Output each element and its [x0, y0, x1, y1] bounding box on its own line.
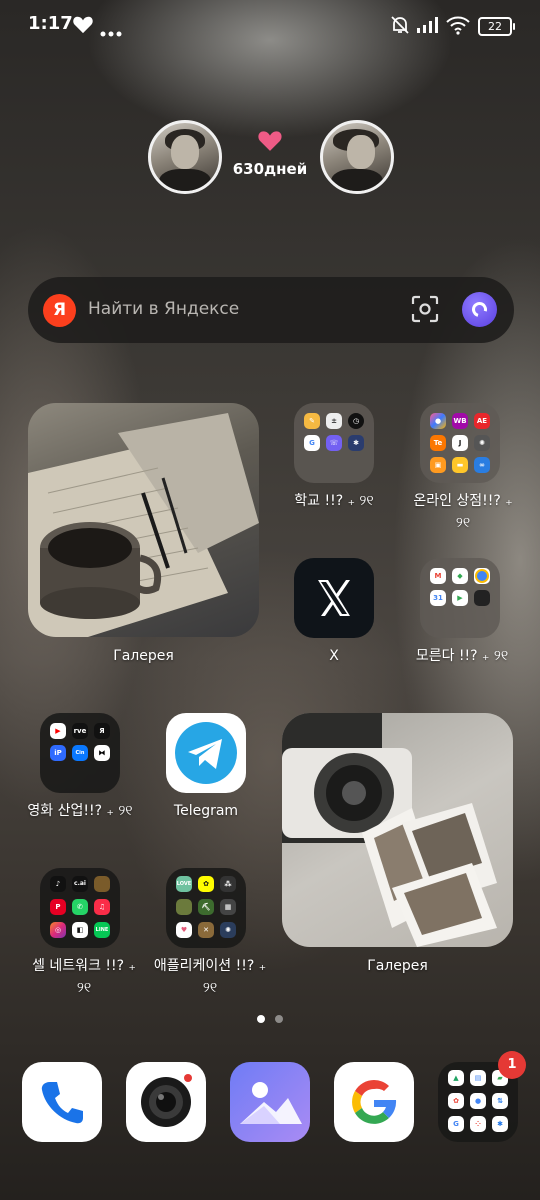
folder-online-shop-label: 온라인 상점!!? ₊ ୨୧ [413, 493, 513, 531]
gallery-photo-camera [282, 713, 497, 947]
yandex-logo-icon: Я [43, 294, 76, 327]
wifi-icon [446, 15, 470, 39]
avatar-left[interactable] [148, 120, 222, 194]
phone-app-icon[interactable] [22, 1062, 102, 1142]
signal-icon [416, 16, 440, 38]
page-dot[interactable] [275, 1015, 283, 1023]
silent-bell-icon [390, 15, 410, 39]
notification-badge: 1 [498, 1051, 526, 1079]
clock-time: 1:17 [28, 13, 73, 34]
folder-online-shop[interactable]: ● WB AE Te J ✺ ▣ ▬ ∞ [420, 403, 500, 483]
gallery-app-icon[interactable] [230, 1062, 310, 1142]
heart-icon [257, 128, 283, 156]
google-app-icon[interactable] [334, 1062, 414, 1142]
more-dots-icon [100, 22, 122, 41]
folder-social[interactable]: ♪ c.ai P ✆ ♫ ◎ ◧ LINE [40, 868, 120, 948]
status-bar: 1:17 22 [0, 0, 540, 52]
camera-app-icon[interactable] [126, 1062, 206, 1142]
folder-unknown-label: 모른다 !!? ₊ ୨୧ [415, 648, 509, 664]
x-app-label: X [329, 648, 339, 664]
heart-icon [72, 14, 94, 38]
battery-icon: 22 [478, 17, 515, 36]
folder-school-label: 학교 !!? ₊ ୨୧ [294, 493, 374, 509]
gallery-widget-label: Галерея [113, 648, 174, 664]
folder-film-label: 영화 산업!!? ₊ ୨୧ [27, 803, 133, 819]
page-dot-active[interactable] [257, 1015, 265, 1023]
alice-assistant-icon[interactable] [462, 292, 497, 327]
folder-applications-label: 애플리케이션 !!? ₊ ୨୧ [153, 958, 267, 996]
gallery-photo-notebook [28, 413, 259, 637]
avatar-right[interactable] [320, 120, 394, 194]
folder-social-label: 셀 네트워크 !!? ₊ ୨୧ [32, 958, 136, 996]
yandex-search-bar[interactable]: Я Найти в Яндексе [28, 277, 514, 343]
telegram-app-icon[interactable] [166, 713, 246, 793]
x-app-icon[interactable] [294, 558, 374, 638]
gallery-widget[interactable] [282, 713, 513, 947]
days-counter: 630дней [232, 160, 308, 178]
folder-applications[interactable]: LOVE ✿ ⁂ ⛏ ▦ ♥ ✕ ✺ [166, 868, 246, 948]
gallery-widget-label: Галерея [367, 958, 428, 974]
folder-film[interactable]: ▶ rve Я iP Cin ⧓ [40, 713, 120, 793]
camera-scan-icon[interactable] [410, 294, 440, 324]
gallery-widget[interactable] [28, 403, 259, 637]
telegram-app-label: Telegram [173, 803, 239, 819]
folder-school[interactable]: ✎ ± ◷ G ☏ ✱ [294, 403, 374, 483]
folder-unknown[interactable]: M ◆ 31 ▶ [420, 558, 500, 638]
search-placeholder: Найти в Яндексе [88, 299, 240, 319]
